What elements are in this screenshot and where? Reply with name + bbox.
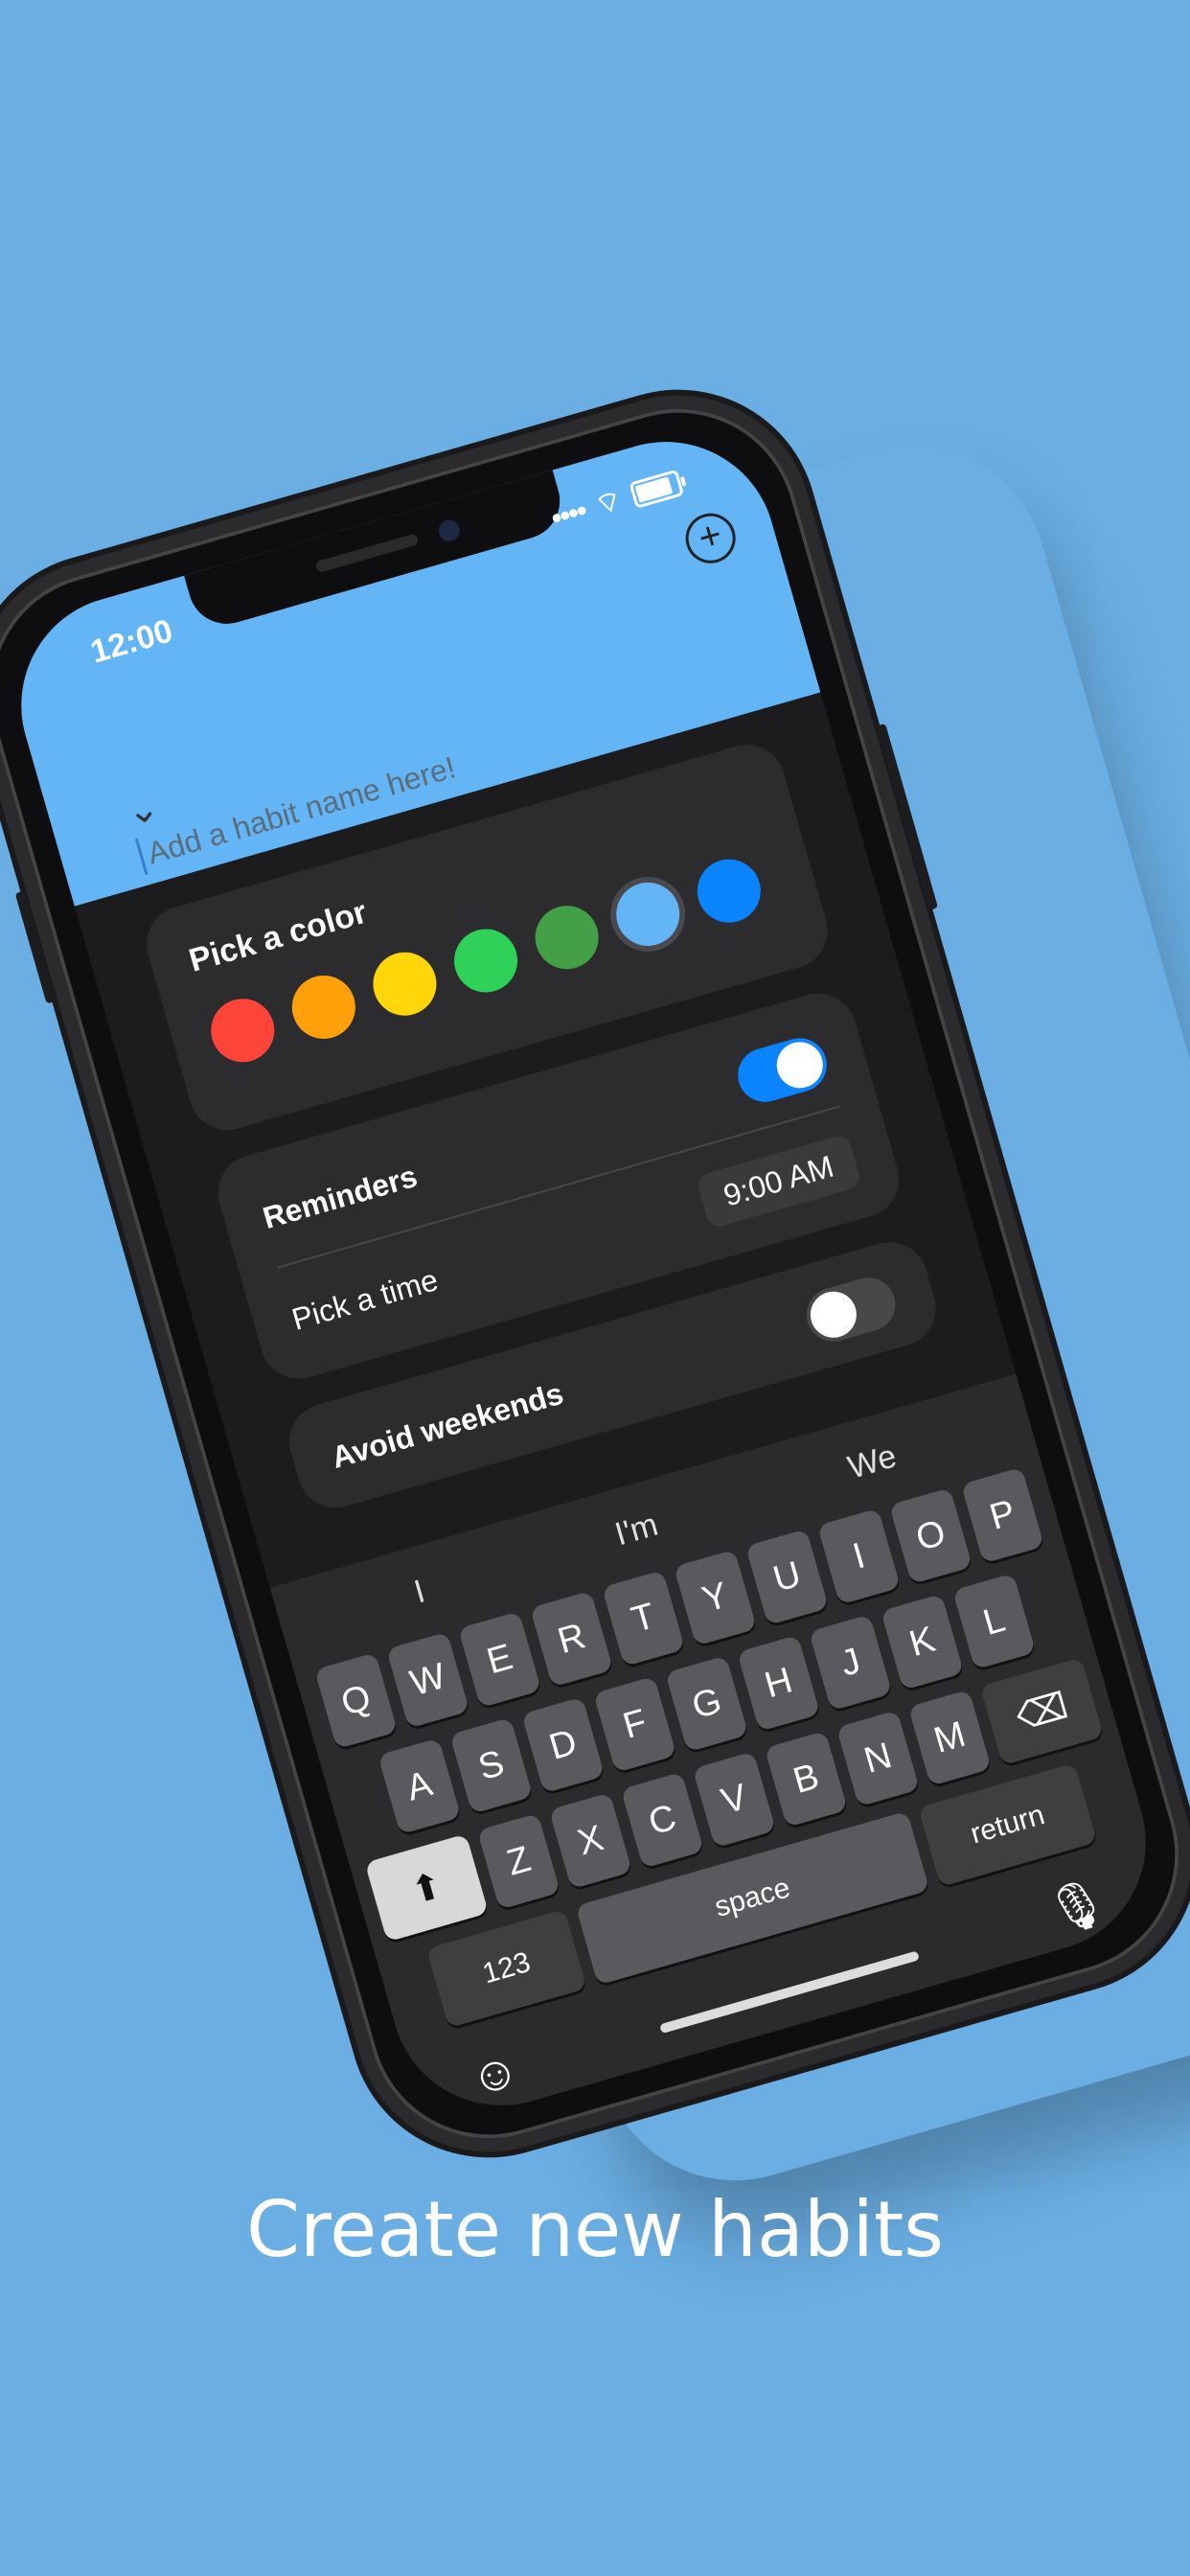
microphone-icon[interactable]: 🎙: [1041, 1872, 1114, 1943]
color-swatch-yellow[interactable]: [365, 944, 445, 1024]
key-c[interactable]: C: [620, 1771, 704, 1869]
signal-icon: ●●●●: [548, 498, 587, 529]
time-picker-button[interactable]: 9:00 AM: [695, 1133, 862, 1230]
key-p[interactable]: P: [960, 1466, 1045, 1564]
key-d[interactable]: D: [521, 1696, 606, 1794]
key-j[interactable]: J: [809, 1614, 893, 1712]
shift-key[interactable]: ⬆: [364, 1833, 490, 1943]
key-a[interactable]: A: [378, 1737, 462, 1835]
status-icons: ●●●● ⌔: [546, 465, 686, 537]
key-v[interactable]: V: [692, 1751, 776, 1849]
caption: Create new habits: [246, 2185, 944, 2274]
color-swatch-dark-green[interactable]: [527, 898, 606, 978]
key-s[interactable]: S: [449, 1716, 534, 1814]
key-b[interactable]: B: [764, 1730, 848, 1828]
key-k[interactable]: K: [881, 1593, 965, 1690]
add-habit-button[interactable]: +: [679, 507, 742, 569]
color-swatch-light-blue[interactable]: [608, 875, 688, 954]
key-t[interactable]: T: [601, 1570, 686, 1668]
status-bar: 12:00 ●●●● ⌔: [1, 436, 760, 696]
key-l[interactable]: L: [952, 1573, 1037, 1670]
color-swatch-orange[interactable]: [285, 968, 363, 1046]
avoid-weekends-label: Avoid weekends: [327, 1375, 567, 1475]
suggestion-1[interactable]: I: [410, 1573, 429, 1611]
key-h[interactable]: H: [737, 1634, 821, 1732]
key-u[interactable]: U: [744, 1529, 830, 1626]
delete-key[interactable]: ⌫: [979, 1657, 1105, 1766]
key-z[interactable]: Z: [476, 1812, 561, 1910]
key-w[interactable]: W: [386, 1631, 470, 1729]
key-g[interactable]: G: [665, 1655, 749, 1753]
emoji-icon[interactable]: ☺: [464, 2040, 526, 2108]
reminders-toggle[interactable]: [731, 1031, 834, 1109]
avoid-weekends-toggle[interactable]: [800, 1271, 903, 1348]
key-y[interactable]: Y: [673, 1549, 758, 1646]
chevron-down-icon[interactable]: ⌄: [125, 786, 163, 834]
key-x[interactable]: X: [548, 1792, 633, 1890]
battery-icon: [629, 469, 685, 509]
key-q[interactable]: Q: [314, 1652, 399, 1750]
key-i[interactable]: I: [816, 1507, 902, 1605]
key-n[interactable]: N: [835, 1710, 920, 1807]
color-swatch-blue[interactable]: [689, 851, 768, 931]
color-swatch-green[interactable]: [446, 921, 525, 1000]
key-r[interactable]: R: [530, 1590, 614, 1688]
key-e[interactable]: E: [458, 1611, 542, 1709]
key-m[interactable]: M: [907, 1689, 992, 1786]
reminders-label: Reminders: [259, 1158, 422, 1235]
pick-time-label: Pick a time: [287, 1262, 443, 1337]
key-o[interactable]: O: [888, 1487, 973, 1585]
color-picker-title: Pick a color: [185, 893, 372, 979]
suggestion-2[interactable]: I'm: [611, 1506, 662, 1554]
color-swatch-red[interactable]: [203, 991, 283, 1070]
key-f[interactable]: F: [593, 1675, 677, 1773]
suggestion-3[interactable]: We: [844, 1438, 901, 1486]
wifi-icon: ⌔: [591, 484, 627, 522]
status-time: 12:00: [86, 612, 177, 671]
